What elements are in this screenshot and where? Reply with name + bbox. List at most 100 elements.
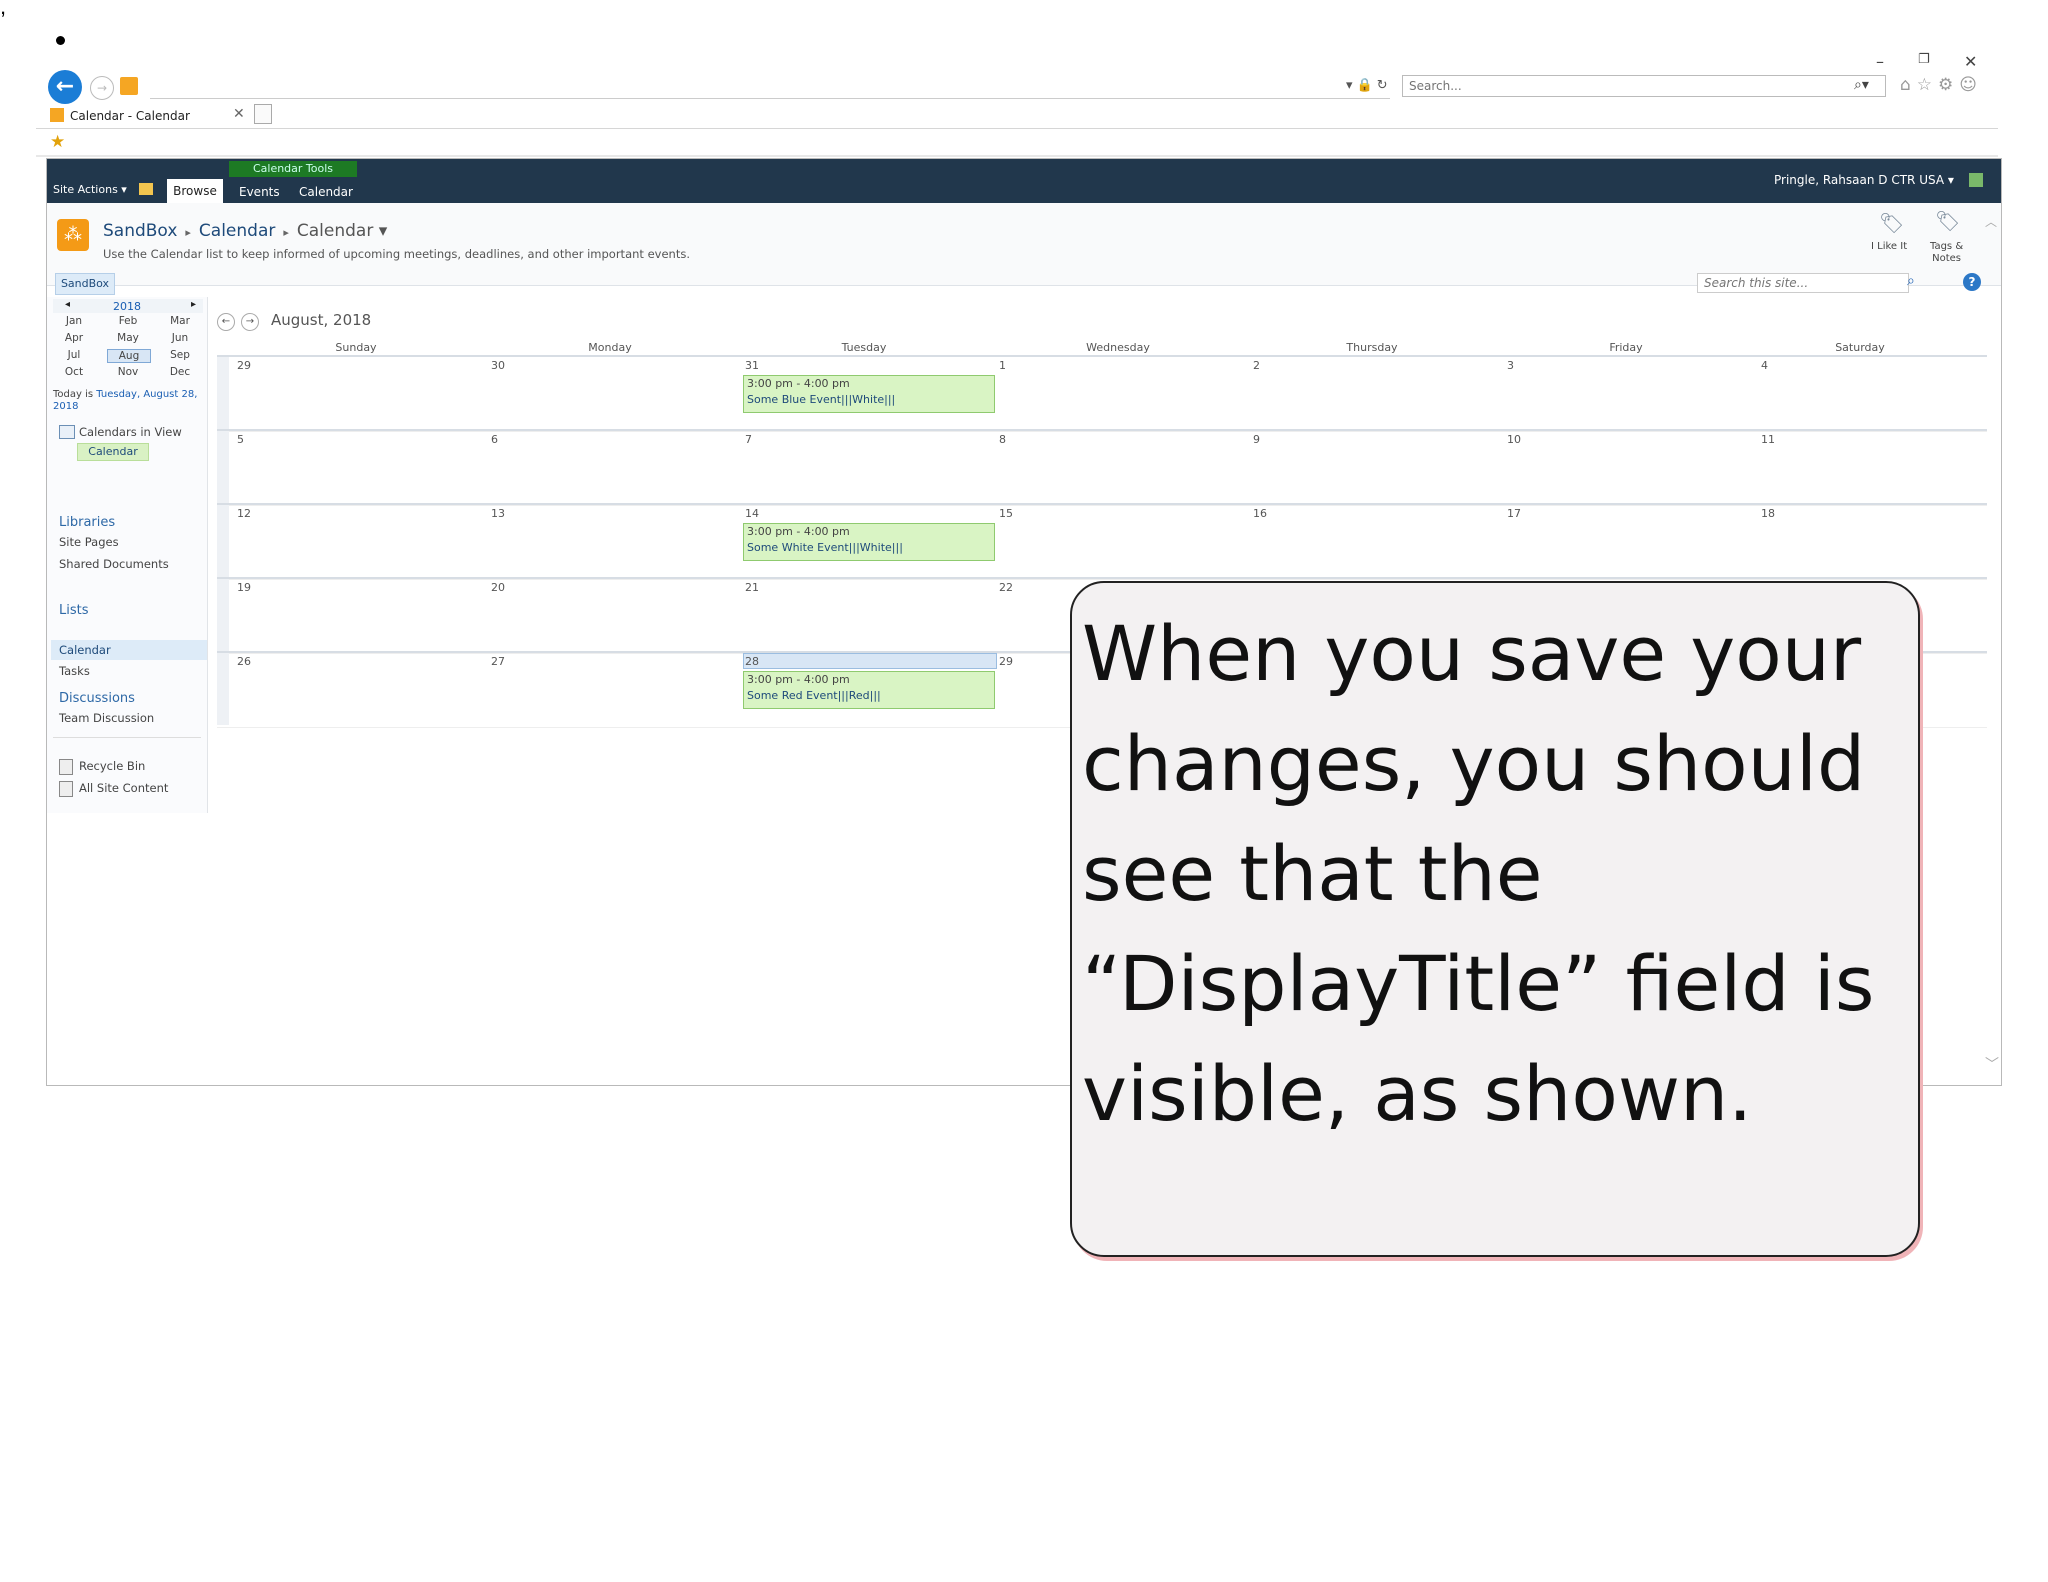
top-nav-sandbox[interactable]: SandBox xyxy=(55,273,115,295)
day-number[interactable]: 20 xyxy=(491,581,505,594)
forward-arrow-icon[interactable]: → xyxy=(90,76,114,100)
nav-item-shared-documents[interactable]: Shared Documents xyxy=(59,557,169,571)
year-label[interactable]: 2018 xyxy=(113,300,141,313)
day-number[interactable]: 17 xyxy=(1507,507,1521,520)
like-label[interactable]: I Like It xyxy=(1871,241,1907,252)
restore-icon[interactable]: ❐ xyxy=(1918,52,1930,67)
tab-favicon-icon xyxy=(50,108,64,122)
day-number[interactable]: 6 xyxy=(491,433,498,446)
event-title[interactable]: Some Blue Event|||White||| xyxy=(747,392,994,408)
scroll-up-icon[interactable]: ︿ xyxy=(1985,213,1997,230)
calendar-event[interactable]: 3:00 pm - 4:00 pm Some White Event|||Whi… xyxy=(743,523,995,561)
tags-notes-label[interactable]: Tags & Notes xyxy=(1930,241,1963,265)
address-bar[interactable] xyxy=(150,76,1390,99)
navigate-up-icon[interactable] xyxy=(139,183,153,195)
previous-year-icon[interactable]: ◂ xyxy=(65,299,70,310)
day-number[interactable]: 22 xyxy=(999,581,1013,594)
month-sep[interactable]: Sep xyxy=(159,349,201,361)
site-search-input[interactable] xyxy=(1697,273,1909,293)
nav-heading-discussions[interactable]: Discussions xyxy=(59,691,135,706)
day-number[interactable]: 14 xyxy=(745,507,759,520)
day-number[interactable]: 4 xyxy=(1761,359,1768,372)
tab-events[interactable]: Events xyxy=(239,185,280,199)
site-logo-icon[interactable]: ⁂ xyxy=(57,219,89,251)
next-month-icon[interactable]: → xyxy=(241,313,259,331)
day-number[interactable]: 16 xyxy=(1253,507,1267,520)
breadcrumb-sandbox[interactable]: SandBox xyxy=(103,221,177,241)
month-nov[interactable]: Nov xyxy=(107,366,149,378)
tab-browse[interactable]: Browse xyxy=(167,179,223,203)
scroll-down-icon[interactable]: ﹀ xyxy=(1985,1054,1999,1074)
tags-notes-icon[interactable]: 🏷 xyxy=(1935,209,1960,233)
help-icon[interactable]: ? xyxy=(1963,273,1981,291)
search-icon[interactable]: ⌕ xyxy=(1907,273,1915,289)
month-may[interactable]: May xyxy=(107,332,149,344)
back-arrow-icon[interactable]: ← xyxy=(48,70,82,104)
browser-search-input[interactable] xyxy=(1402,75,1886,97)
like-icon[interactable]: 🏷 xyxy=(1879,211,1904,235)
month-mar[interactable]: Mar xyxy=(159,315,201,327)
nav-item-all-site-content[interactable]: All Site Content xyxy=(79,781,168,795)
nav-item-site-pages[interactable]: Site Pages xyxy=(59,535,119,549)
day-header-thursday: Thursday xyxy=(1346,341,1398,354)
browser-toolbar-icons[interactable]: ⌂☆⚙☺ xyxy=(1900,75,1983,95)
nav-item-tasks[interactable]: Tasks xyxy=(59,664,90,678)
breadcrumb-calendar[interactable]: Calendar xyxy=(199,221,275,241)
month-aug-selected[interactable]: Aug xyxy=(107,349,151,363)
nav-heading-lists[interactable]: Lists xyxy=(59,603,89,618)
event-title[interactable]: Some Red Event|||Red||| xyxy=(747,688,994,704)
nav-item-team-discussion[interactable]: Team Discussion xyxy=(59,711,154,725)
day-number[interactable]: 5 xyxy=(237,433,244,446)
user-settings-icon[interactable] xyxy=(1969,173,1983,187)
day-number[interactable]: 18 xyxy=(1761,507,1775,520)
month-oct[interactable]: Oct xyxy=(53,366,95,378)
day-number[interactable]: 2 xyxy=(1253,359,1260,372)
day-number[interactable]: 29 xyxy=(237,359,251,372)
breadcrumb-view-menu[interactable]: Calendar ▾ xyxy=(297,221,387,241)
day-number[interactable]: 7 xyxy=(745,433,752,446)
search-icon[interactable]: ⌕▾ xyxy=(1854,77,1869,93)
day-number[interactable]: 19 xyxy=(237,581,251,594)
day-number[interactable]: 11 xyxy=(1761,433,1775,446)
month-jul[interactable]: Jul xyxy=(53,349,95,361)
day-number[interactable]: 10 xyxy=(1507,433,1521,446)
day-number-today[interactable]: 28 xyxy=(745,655,759,668)
new-tab-button[interactable] xyxy=(254,104,272,124)
tab-close-icon[interactable]: ✕ xyxy=(233,106,245,122)
day-number[interactable]: 31 xyxy=(745,359,759,372)
calendar-overlay-item[interactable]: Calendar xyxy=(77,443,149,461)
user-menu[interactable]: Pringle, Rahsaan D CTR USA ▾ xyxy=(1774,173,1954,187)
close-icon[interactable]: ✕ xyxy=(1964,52,1977,71)
day-number[interactable]: 29 xyxy=(999,655,1013,668)
calendar-event[interactable]: 3:00 pm - 4:00 pm Some Red Event|||Red||… xyxy=(743,671,995,709)
day-number[interactable]: 3 xyxy=(1507,359,1514,372)
month-apr[interactable]: Apr xyxy=(53,332,95,344)
favorites-star-icon[interactable]: ★ xyxy=(50,132,65,152)
day-number[interactable]: 9 xyxy=(1253,433,1260,446)
day-number[interactable]: 26 xyxy=(237,655,251,668)
day-number[interactable]: 15 xyxy=(999,507,1013,520)
browser-tab[interactable]: Calendar - Calendar xyxy=(50,104,246,130)
day-number[interactable]: 1 xyxy=(999,359,1006,372)
event-title[interactable]: Some White Event|||White||| xyxy=(747,540,994,556)
day-number[interactable]: 30 xyxy=(491,359,505,372)
month-jun[interactable]: Jun xyxy=(159,332,201,344)
month-dec[interactable]: Dec xyxy=(159,366,201,378)
previous-month-icon[interactable]: ← xyxy=(217,313,235,331)
address-bar-icons[interactable]: ▾🔒↻ xyxy=(1346,78,1392,93)
nav-heading-libraries[interactable]: Libraries xyxy=(59,515,115,530)
nav-item-recycle-bin[interactable]: Recycle Bin xyxy=(79,759,145,773)
next-year-icon[interactable]: ▸ xyxy=(191,299,196,310)
month-feb[interactable]: Feb xyxy=(107,315,149,327)
day-number[interactable]: 13 xyxy=(491,507,505,520)
minimize-icon[interactable]: – xyxy=(1876,52,1884,71)
tab-calendar[interactable]: Calendar xyxy=(299,185,353,199)
month-jan[interactable]: Jan xyxy=(53,315,95,327)
day-number[interactable]: 12 xyxy=(237,507,251,520)
nav-item-calendar[interactable]: Calendar xyxy=(59,643,111,657)
site-actions-menu[interactable]: Site Actions ▾ xyxy=(53,183,127,196)
day-number[interactable]: 8 xyxy=(999,433,1006,446)
calendar-event[interactable]: 3:00 pm - 4:00 pm Some Blue Event|||Whit… xyxy=(743,375,995,413)
day-number[interactable]: 21 xyxy=(745,581,759,594)
day-number[interactable]: 27 xyxy=(491,655,505,668)
